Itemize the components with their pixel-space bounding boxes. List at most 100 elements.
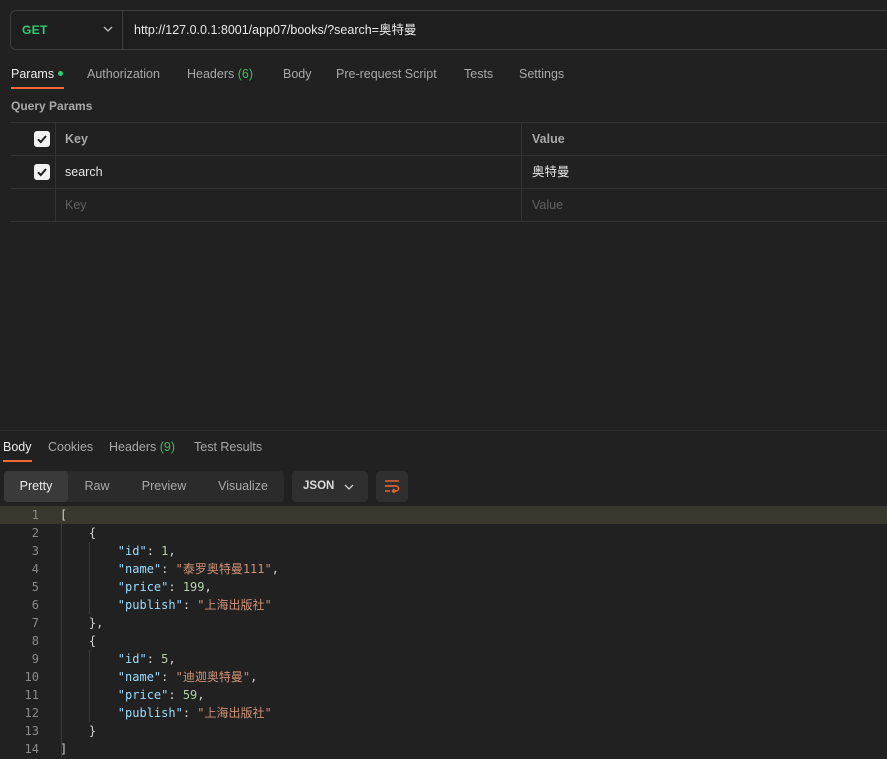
json-value: "泰罗奥特曼111" [175,562,272,576]
code-line: 11 "price": 59, [0,686,887,704]
empty-checkbox-cell [11,189,56,221]
method-label: GET [22,23,48,37]
select-all-checkbox[interactable] [34,131,50,147]
params-active-dot [58,71,64,77]
code-line: 4 "name": "泰罗奥特曼111", [0,560,887,578]
code-text: { [60,526,97,540]
select-all-cell [11,123,56,155]
response-tab-test-results[interactable]: Test Results [194,439,262,455]
tab-params[interactable]: Params [11,66,64,82]
pane-divider[interactable] [0,430,887,431]
code-text: [ [60,508,68,522]
new-param-key-input[interactable]: Key [56,189,522,221]
response-tab-cookies[interactable]: Cookies [48,439,93,455]
code-text: "name": "迪迦奥特曼", [117,670,258,684]
line-number: 4 [31,562,39,576]
line-number: 2 [31,526,39,540]
url-input[interactable]: http://127.0.0.1:8001/app07/books/?searc… [134,11,416,49]
line-number: 3 [31,544,39,558]
json-value: 1 [161,544,169,558]
response-body-code[interactable]: 1[2 {3 "id": 1, 4 "name": "泰罗奥特曼111", 5 "p… [0,506,887,759]
view-pretty-button[interactable]: Pretty [4,471,68,502]
tab-settings[interactable]: Settings [519,66,564,82]
json-key: "publish" [117,706,183,720]
json-value: 199 [182,580,205,594]
code-text: }, [60,616,104,630]
line-number: 11 [24,688,39,702]
query-params-table: Key Value search 奥特曼 Key Value [11,122,887,222]
json-value: "上海出版社" [197,706,272,720]
code-line: 3 "id": 1, [0,542,887,560]
param-value-input[interactable]: 奥特曼 [522,156,887,188]
view-raw-button[interactable]: Raw [72,471,122,502]
json-key: "name" [117,562,162,576]
wrap-lines-button[interactable] [376,471,408,502]
column-header-key: Key [56,123,522,155]
code-line: 13 } [0,722,887,740]
code-line: 8 { [0,632,887,650]
code-text: "id": 5, [117,652,176,666]
code-line: 9 "id": 5, [0,650,887,668]
view-visualize-button[interactable]: Visualize [208,471,278,502]
json-value: 5 [161,652,169,666]
column-header-value: Value [532,132,565,146]
tab-authorization[interactable]: Authorization [87,66,160,82]
method-select[interactable]: GET [11,11,123,49]
line-number: 1 [31,508,39,522]
code-text: "price": 59, [117,688,205,702]
check-icon [37,168,47,177]
json-value: 59 [182,688,198,702]
line-number: 10 [24,670,39,684]
format-label: JSON [303,480,335,492]
line-number: 5 [31,580,39,594]
json-key: "id" [117,652,147,666]
param-row-empty: Key Value [11,189,887,222]
code-text: { [60,634,97,648]
response-tab-body[interactable]: Body [3,439,32,455]
code-text: ] [60,742,68,756]
json-key: "id" [117,544,147,558]
tab-tests[interactable]: Tests [464,66,493,82]
code-line: 6 "publish": "上海出版社" [0,596,887,614]
tab-params-underline [11,87,64,89]
response-tab-headers-count: (9) [159,440,176,454]
param-checkbox[interactable] [34,164,50,180]
view-mode-segmented: Pretty Raw Preview Visualize [4,471,284,502]
code-line: 10 "name": "迪迦奥特曼", [0,668,887,686]
response-tab-body-underline [3,460,32,462]
tab-headers[interactable]: Headers (6) [187,66,253,82]
new-param-value-input[interactable]: Value [522,189,887,221]
tab-headers-label: Headers [187,67,235,81]
code-line: 1[ [0,506,887,524]
param-checkbox-cell [11,156,56,188]
param-row: search 奥特曼 [11,156,887,189]
check-icon [37,135,47,144]
code-line: 7 }, [0,614,887,632]
code-text: "publish": "上海出版社" [117,706,272,720]
view-preview-button[interactable]: Preview [134,471,194,502]
code-text: "publish": "上海出版社" [117,598,272,612]
code-text: "price": 199, [117,580,212,594]
code-line: 2 { [0,524,887,542]
line-number: 6 [31,598,39,612]
code-line: 14] [0,740,887,758]
response-tab-headers-label: Headers [109,440,157,454]
chevron-down-icon [103,26,113,32]
line-number: 14 [24,742,39,756]
param-key-input[interactable]: search [56,156,522,188]
tab-body[interactable]: Body [283,66,312,82]
tab-headers-count: (6) [237,67,254,81]
format-select[interactable]: JSON [292,471,368,502]
json-key: "price" [117,688,169,702]
code-line: 12 "publish": "上海出版社" [0,704,887,722]
tab-params-label: Params [11,67,55,81]
json-key: "name" [117,670,162,684]
json-value: "上海出版社" [197,598,272,612]
tab-prerequest-script[interactable]: Pre-request Script [336,66,437,82]
code-text: "name": "泰罗奥特曼111", [117,562,279,576]
code-text: "id": 1, [117,544,176,558]
response-tab-headers[interactable]: Headers (9) [109,439,175,455]
query-params-title: Query Params [11,99,93,113]
line-number: 8 [31,634,39,648]
code-text: } [60,724,97,738]
